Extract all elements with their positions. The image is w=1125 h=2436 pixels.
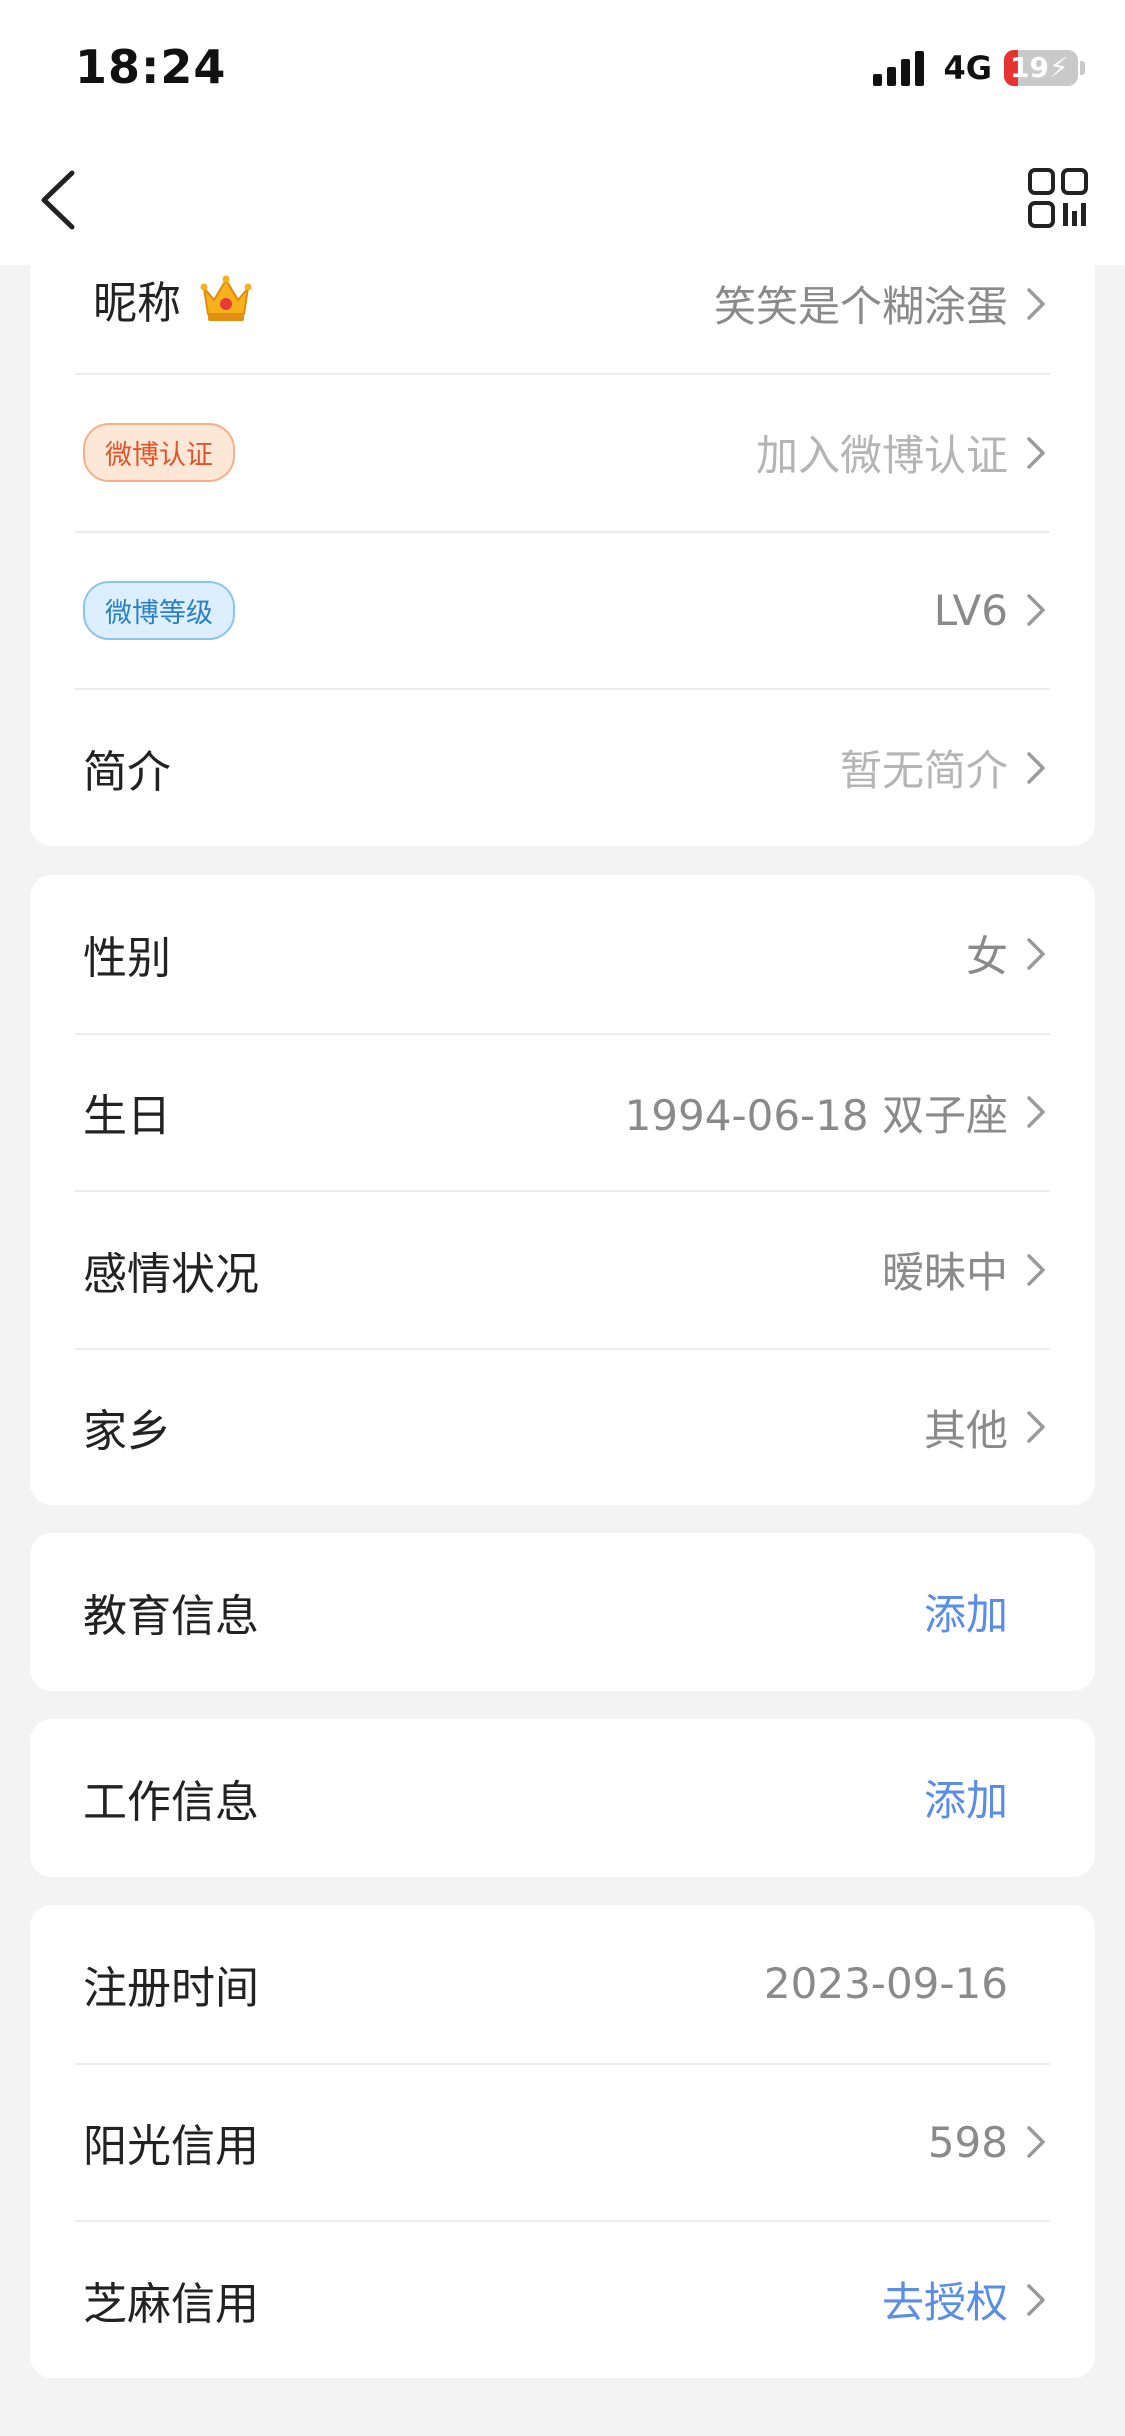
chevron-right-icon (1027, 2284, 1045, 2316)
qr-code-icon (1028, 168, 1088, 228)
battery-level: 19⚡ (1010, 51, 1069, 84)
education-add-button[interactable]: 添加 (924, 1581, 1008, 1642)
sunshine-credit-value: 598 (927, 2117, 1008, 2167)
sesame-authorize-link[interactable]: 去授权 (882, 2269, 1008, 2330)
personal-info-card: 性别 女 生日 1994-06-18 双子座 感情状况 暧昧中 家乡 其他 (30, 875, 1095, 1505)
work-add-button[interactable]: 添加 (924, 1767, 1008, 1828)
hometown-value: 其他 (923, 1405, 1008, 1455)
chevron-right-icon (1027, 1254, 1045, 1286)
education-row: 教育信息 添加 (75, 1533, 1050, 1691)
chevron-right-icon (1027, 287, 1045, 320)
weibo-level-row[interactable]: 微博等级 LV6 (75, 530, 1050, 689)
chevron-right-icon (1027, 752, 1045, 784)
relationship-label: 感情状况 (83, 1248, 259, 1300)
chevron-right-icon (1027, 1411, 1045, 1443)
gender-label: 性别 (83, 932, 171, 984)
bio-value: 暂无简介 (839, 746, 1008, 796)
weibo-verify-value: 加入微博认证 (755, 431, 1008, 481)
register-time-value: 2023-09-16 (763, 1959, 1008, 2009)
weibo-verify-badge: 微博认证 (83, 423, 235, 483)
chevron-right-icon (1027, 594, 1045, 626)
status-indicators: 4G 19⚡ (873, 46, 1085, 90)
sunshine-credit-label: 阳光信用 (83, 2121, 259, 2173)
hometown-row[interactable]: 家乡 其他 (75, 1347, 1050, 1506)
sesame-credit-row[interactable]: 芝麻信用 去授权 (75, 2220, 1050, 2378)
register-time-label: 注册时间 (83, 1962, 259, 2014)
nickname-row[interactable]: 昵称 笑笑是个糊涂蛋 (75, 265, 1050, 373)
nickname-value: 笑笑是个糊涂蛋 (713, 282, 1008, 331)
work-label: 工作信息 (83, 1776, 259, 1828)
birthday-row[interactable]: 生日 1994-06-18 双子座 (75, 1032, 1050, 1191)
qr-code-button[interactable] (1027, 167, 1089, 229)
signal-icon (873, 50, 929, 86)
bio-row[interactable]: 简介 暂无简介 (75, 688, 1050, 846)
work-row: 工作信息 添加 (75, 1719, 1050, 1877)
crown-icon (200, 275, 252, 321)
battery-icon: 19⚡ (1004, 50, 1078, 86)
network-type: 4G (943, 49, 992, 87)
birthday-label: 生日 (83, 1091, 171, 1143)
chevron-right-icon (1027, 1096, 1045, 1128)
bio-label: 简介 (83, 746, 171, 798)
nav-bar (0, 135, 1125, 265)
education-card: 教育信息 添加 (30, 1533, 1095, 1691)
work-card: 工作信息 添加 (30, 1719, 1095, 1877)
sunshine-credit-row[interactable]: 阳光信用 598 (75, 2062, 1050, 2221)
profile-card: 昵称 笑笑是个糊涂蛋 微博认证 加入微博认证 微博等级 LV6 简介 暂无简介 (30, 265, 1095, 846)
status-time: 18:24 (75, 40, 227, 94)
chevron-left-icon (41, 170, 75, 230)
weibo-level-value: LV6 (933, 585, 1008, 635)
battery-cap (1080, 61, 1085, 75)
chevron-right-icon (1027, 2126, 1045, 2158)
gender-value: 女 (965, 932, 1008, 982)
relationship-row[interactable]: 感情状况 暧昧中 (75, 1190, 1050, 1348)
chevron-right-icon (1027, 437, 1045, 469)
account-card: 注册时间 2023-09-16 阳光信用 598 芝麻信用 去授权 (30, 1905, 1095, 2378)
back-button[interactable] (30, 165, 90, 235)
register-time-row: 注册时间 2023-09-16 (75, 1905, 1050, 2063)
status-bar: 18:24 4G 19⚡ (0, 0, 1125, 135)
chevron-right-icon (1027, 938, 1045, 970)
sesame-credit-label: 芝麻信用 (83, 2278, 259, 2330)
relationship-value: 暧昧中 (881, 1248, 1008, 1298)
weibo-verify-row[interactable]: 微博认证 加入微博认证 (75, 373, 1050, 531)
hometown-label: 家乡 (83, 1406, 171, 1458)
charging-icon: ⚡ (1048, 51, 1069, 84)
gender-row[interactable]: 性别 女 (75, 875, 1050, 1033)
birthday-value: 1994-06-18 双子座 (624, 1090, 1008, 1140)
education-label: 教育信息 (83, 1590, 259, 1642)
nickname-label: 昵称 (75, 267, 253, 331)
weibo-level-badge: 微博等级 (83, 580, 235, 640)
